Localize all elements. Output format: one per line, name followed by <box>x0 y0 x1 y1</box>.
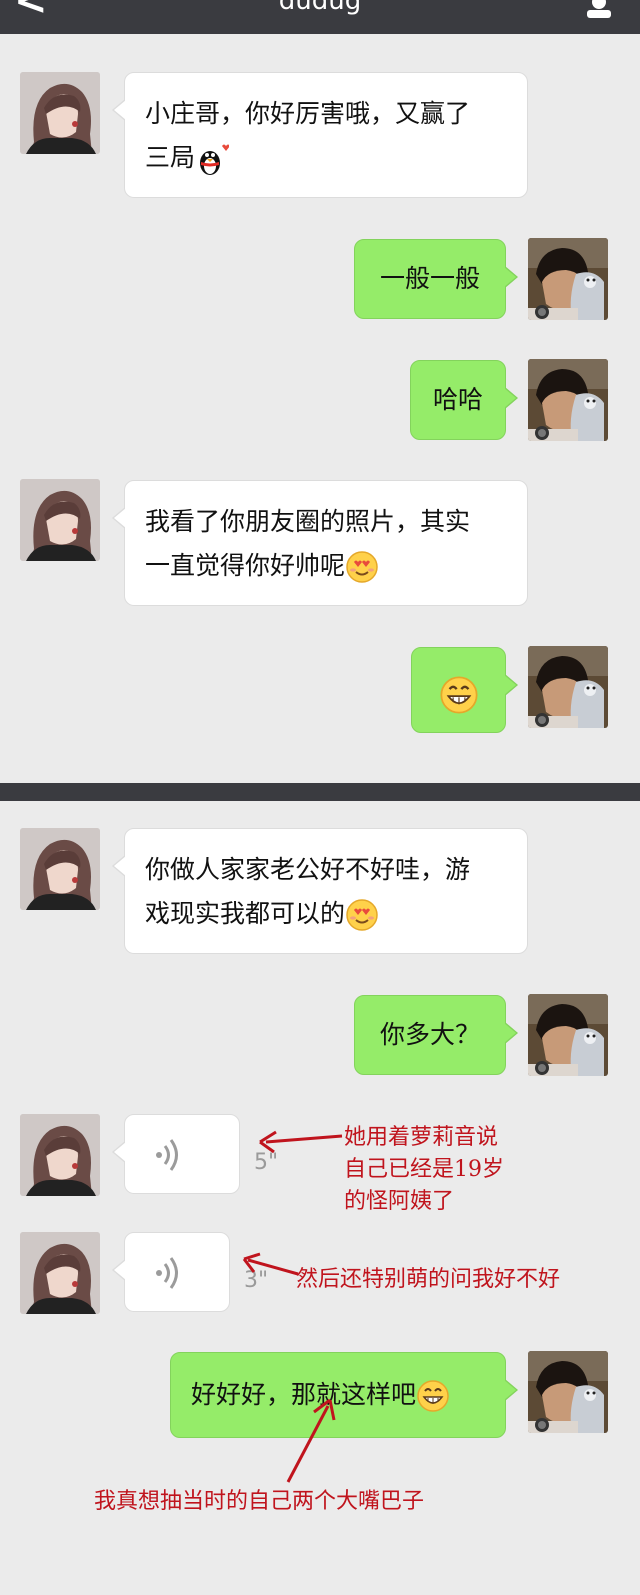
friend-avatar[interactable] <box>20 1114 100 1196</box>
contact-info-icon[interactable] <box>582 0 616 18</box>
annotation-note: 然后还特别萌的问我好不好 <box>296 1267 561 1292</box>
friend-avatar[interactable] <box>20 72 100 154</box>
friend-avatar[interactable] <box>20 1232 100 1314</box>
message-text: 哈哈 <box>432 385 483 414</box>
heart-eyes-emoji <box>345 898 379 932</box>
voice-message[interactable] <box>112 1114 240 1194</box>
voice-wave-icon <box>153 1255 183 1291</box>
friend-avatar[interactable] <box>20 828 100 910</box>
message-bubble-received[interactable]: 小庄哥，你好厉害哦，又赢了 三局 <box>112 72 528 198</box>
message-bubble-sent[interactable]: 哈哈 <box>410 360 518 440</box>
voice-wave-icon <box>153 1137 183 1173</box>
voice-message[interactable] <box>112 1232 230 1312</box>
my-avatar[interactable] <box>528 994 608 1076</box>
message-bubble-sent[interactable] <box>411 647 518 733</box>
message-bubble-sent[interactable]: 你多大？ <box>354 995 518 1075</box>
message-text: 三局 <box>145 143 196 172</box>
chat-header: < dudug <box>0 0 640 34</box>
message-text: 你多大？ <box>379 1020 480 1049</box>
annotation-arrow <box>259 1130 343 1154</box>
message-text: 小庄哥，你好厉害哦，又赢了 <box>145 99 471 128</box>
message-text: 一般一般 <box>379 264 480 293</box>
annotation-note: 我真想抽当时的自己两个大嘴巴子 <box>94 1489 425 1514</box>
message-text: 一直觉得你好帅呢 <box>145 551 346 580</box>
message-bubble-received[interactable]: 我看了你朋友圈的照片，其实 一直觉得你好帅呢 <box>112 480 528 606</box>
message-bubble-received[interactable]: 你做人家家老公好不好哇，游 戏现实我都可以的 <box>112 828 528 954</box>
annotation-arrow <box>242 1252 299 1276</box>
message-text: 戏现实我都可以的 <box>145 899 346 928</box>
heart-eyes-emoji <box>345 550 379 584</box>
screenshot-divider <box>0 783 640 801</box>
message-text: 我看了你朋友圈的照片，其实 <box>145 507 471 536</box>
message-text: 你做人家家老公好不好哇，游 <box>145 855 471 884</box>
chat-title: dudug <box>278 0 362 16</box>
message-bubble-sent[interactable]: 一般一般 <box>354 239 518 319</box>
annotation-arrow <box>286 1398 336 1483</box>
my-avatar[interactable] <box>528 646 608 728</box>
annotation-note: 她用着萝莉音说 自己已经是19岁 的怪阿姨了 <box>344 1125 504 1214</box>
qq-penguin-love-icon <box>195 142 229 176</box>
grin-emoji <box>439 675 479 715</box>
friend-avatar[interactable] <box>20 479 100 561</box>
grin-emoji <box>416 1379 450 1413</box>
my-avatar[interactable] <box>528 1351 608 1433</box>
my-avatar[interactable] <box>528 238 608 320</box>
my-avatar[interactable] <box>528 359 608 441</box>
